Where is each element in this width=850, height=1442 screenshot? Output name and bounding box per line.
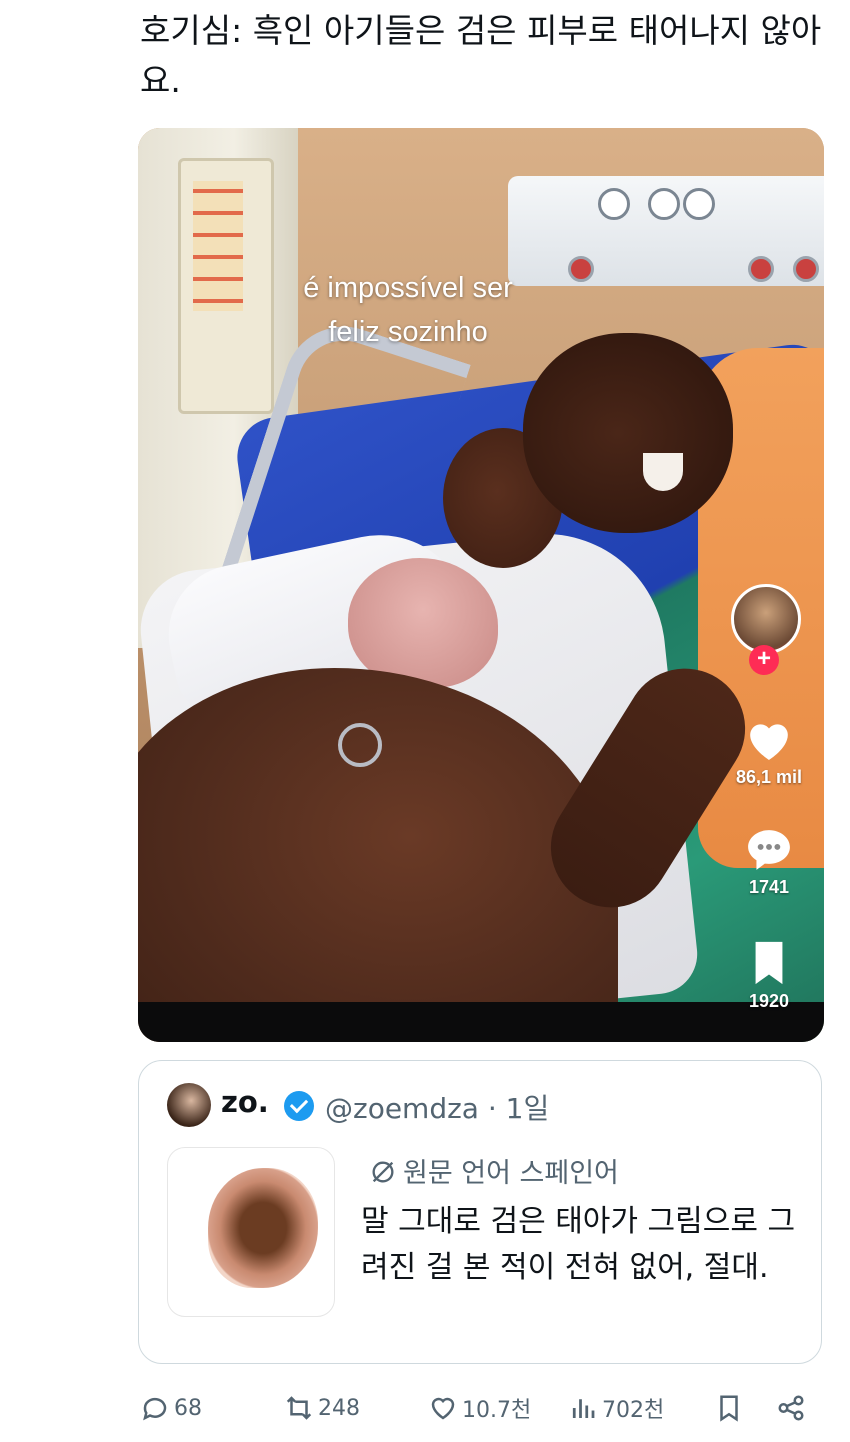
quoted-tweet[interactable]: zo. @zoemdza · 1일 원문 언어 스페인어 말 그대로 검은 태아… — [138, 1060, 822, 1364]
tweet-action-bar: 68 248 10.7천 702천 — [140, 1388, 820, 1428]
like-count: 10.7천 — [462, 1398, 532, 1423]
video-bookmark-count: 1920 — [748, 991, 790, 1011]
bookmark-button[interactable] — [714, 1388, 748, 1428]
creator-avatar[interactable] — [731, 584, 801, 654]
video-caption: é impossível ser feliz sozinho — [303, 272, 513, 348]
comment-bubble-icon — [748, 830, 790, 870]
translated-from-label[interactable]: 원문 언어 스페인어 — [369, 1151, 619, 1190]
video-like-button[interactable]: 86,1 mil — [734, 716, 804, 788]
photo-gas-panel — [508, 176, 824, 286]
video-bottom-bar — [138, 1002, 824, 1042]
video-comment-button[interactable]: 1741 — [734, 826, 804, 898]
repost-count: 248 — [318, 1395, 360, 1421]
fetus-illustration — [208, 1168, 318, 1288]
quoted-author-handle[interactable]: @zoemdza · 1일 — [325, 1087, 549, 1127]
quoted-author-name[interactable]: zo. — [221, 1085, 269, 1119]
video-bookmark-button[interactable]: 1920 — [734, 940, 804, 1012]
reply-icon — [143, 1397, 167, 1421]
heart-outline-icon — [431, 1397, 455, 1420]
quoted-author-avatar[interactable] — [167, 1083, 211, 1127]
bookmark-icon — [755, 941, 783, 985]
bookmark-outline-icon — [720, 1395, 738, 1422]
tweet-video[interactable]: é impossível ser feliz sozinho + 86,1 mi… — [138, 128, 824, 1042]
share-icon — [778, 1395, 804, 1421]
video-like-count: 86,1 mil — [735, 767, 803, 787]
reply-count: 68 — [174, 1395, 202, 1421]
tweet-text: 호기심: 흑인 아기들은 검은 피부로 태어나지 않아요. — [140, 11, 822, 100]
video-comment-count: 1741 — [748, 877, 790, 897]
photo-newborn — [348, 558, 498, 688]
views-button[interactable]: 702천 — [568, 1388, 664, 1428]
quoted-tweet-text: 말 그대로 검은 태아가 그림으로 그려진 걸 본 적이 전혀 없어, 절대. — [361, 1204, 796, 1285]
quoted-tweet-image[interactable] — [167, 1147, 335, 1317]
repost-button[interactable]: 248 — [284, 1388, 360, 1428]
like-button[interactable]: 10.7천 — [428, 1388, 531, 1428]
heart-icon — [750, 724, 788, 760]
share-button[interactable] — [776, 1388, 810, 1428]
views-bar-chart-icon — [572, 1399, 595, 1418]
reply-button[interactable]: 68 — [140, 1388, 202, 1428]
translate-globe-icon — [372, 1161, 394, 1183]
photo-man — [523, 333, 733, 533]
follow-plus-icon[interactable]: + — [749, 645, 779, 675]
translated-from-text: 원문 언어 스페인어 — [403, 1158, 619, 1189]
repost-icon — [286, 1396, 312, 1420]
photo-clamp — [338, 723, 382, 767]
verified-badge-icon — [284, 1091, 314, 1121]
views-count: 702천 — [602, 1398, 665, 1423]
